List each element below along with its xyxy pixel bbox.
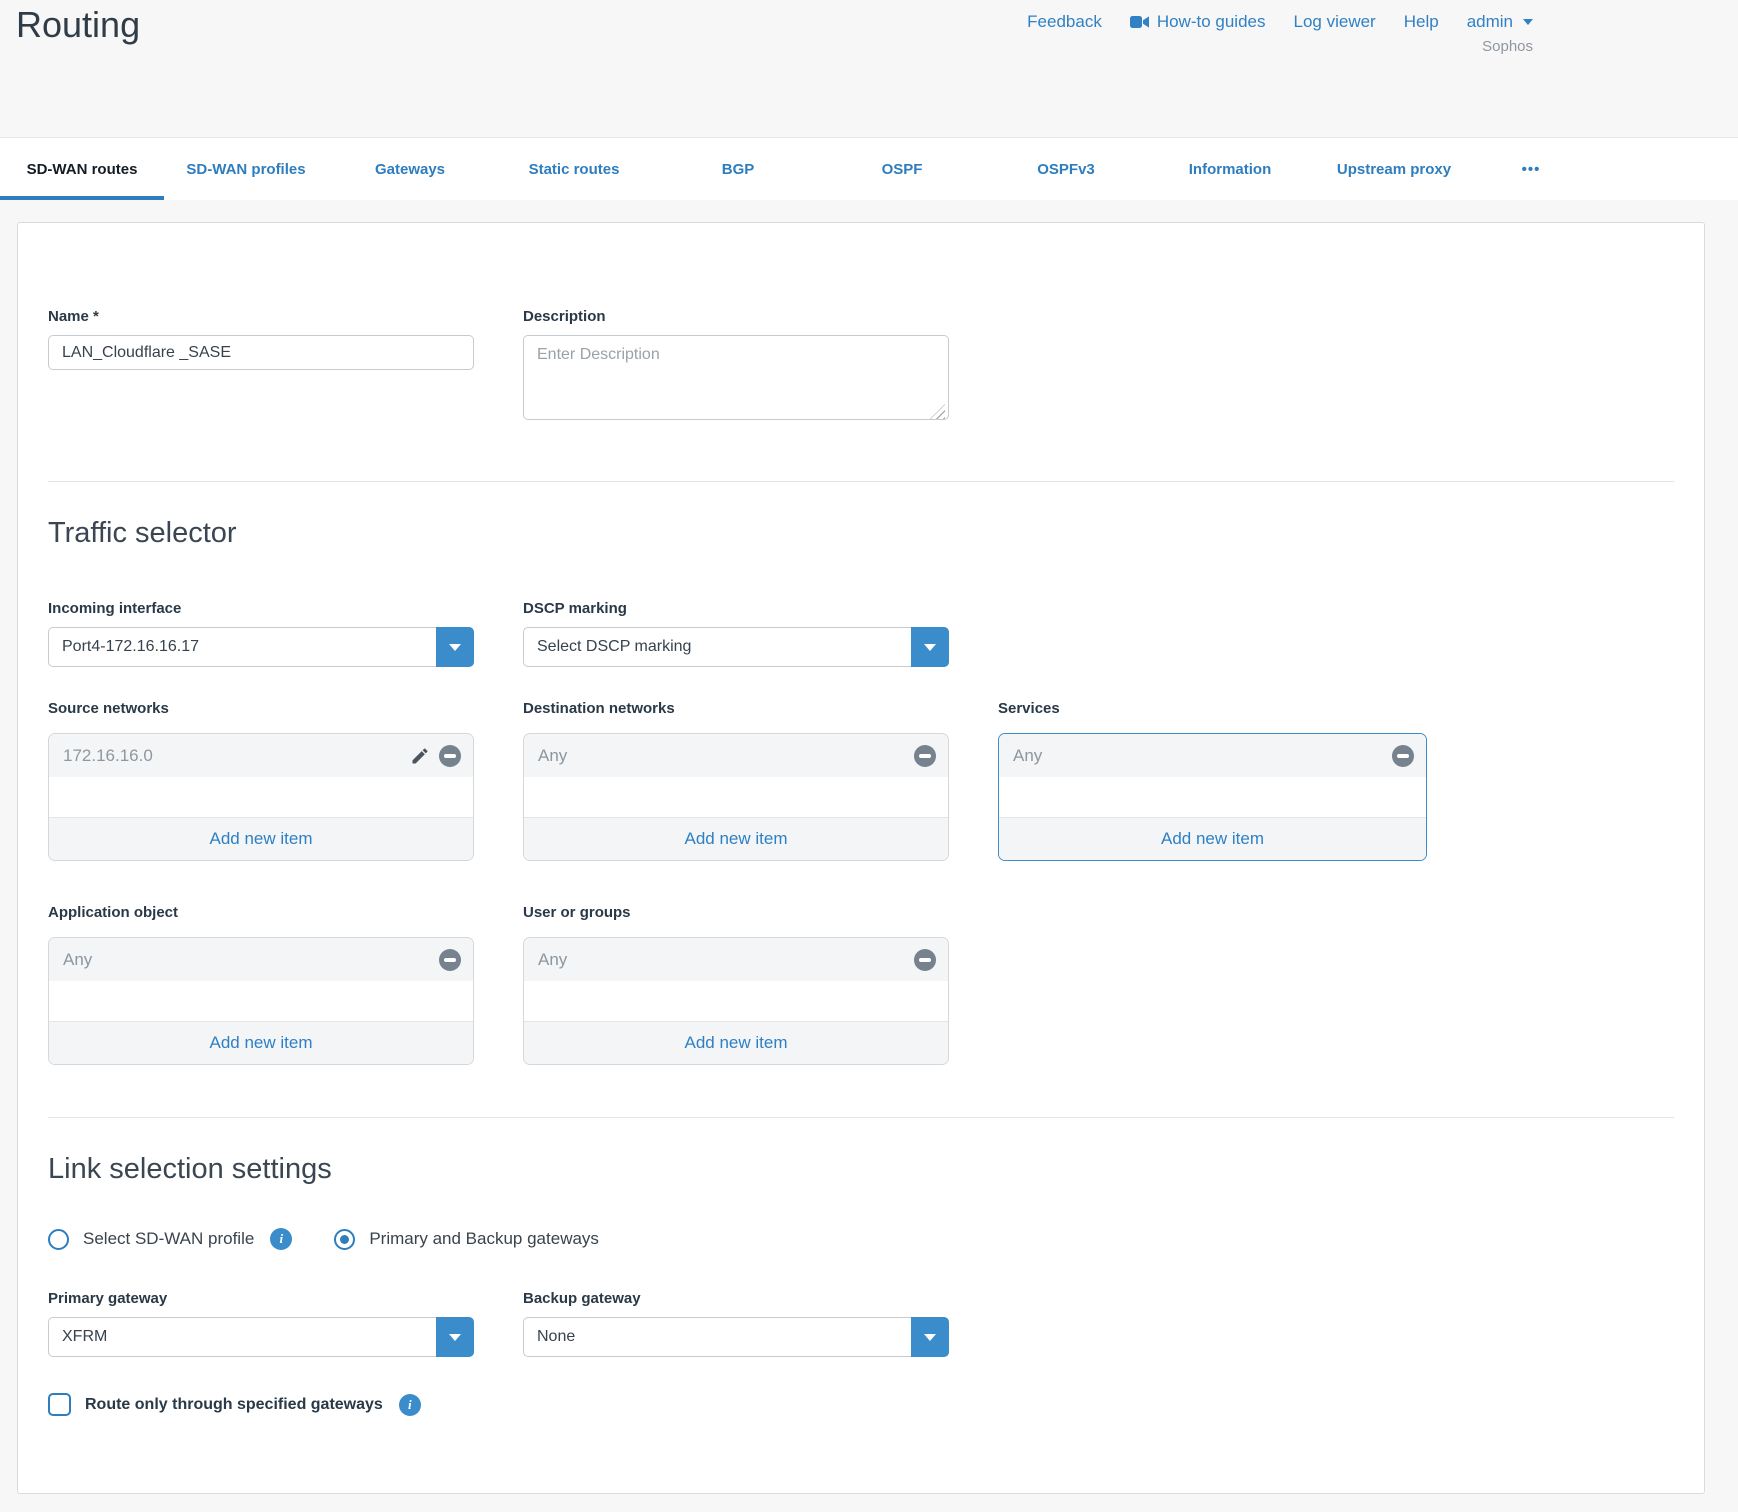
add-new-item-button[interactable]: Add new item [524, 817, 948, 860]
link-selection-options: Select SD-WAN profile i Primary and Back… [48, 1228, 1674, 1250]
remove-icon[interactable] [914, 745, 936, 767]
list-empty-area [999, 777, 1426, 817]
backup-gateway-select[interactable]: None [523, 1317, 949, 1357]
tab-gateways[interactable]: Gateways [328, 138, 492, 200]
incoming-interface-select[interactable]: Port4-172.16.16.17 [48, 627, 474, 667]
tab-information[interactable]: Information [1148, 138, 1312, 200]
chevron-down-icon [449, 644, 461, 651]
section-divider [48, 481, 1674, 482]
chevron-down-icon [1523, 19, 1533, 25]
user-or-groups-label: User or groups [523, 904, 949, 921]
tab-bar: SD-WAN routes SD-WAN profiles Gateways S… [0, 137, 1738, 200]
chevron-down-icon [924, 644, 936, 651]
radio-option-sdwan-profile[interactable]: Select SD-WAN profile i [48, 1228, 292, 1250]
help-link[interactable]: Help [1404, 12, 1439, 32]
list-item: Any [49, 938, 473, 981]
section-divider [48, 1117, 1674, 1118]
dropdown-button[interactable] [436, 627, 474, 667]
name-input[interactable] [48, 335, 474, 370]
page-title: Routing [16, 4, 140, 46]
tab-sdwan-routes[interactable]: SD-WAN routes [0, 138, 164, 200]
route-only-row: Route only through specified gateways i [48, 1393, 1674, 1416]
primary-gateway-select[interactable]: XFRM [48, 1317, 474, 1357]
radio-option-primary-backup[interactable]: Primary and Backup gateways [334, 1229, 599, 1250]
remove-icon[interactable] [1392, 745, 1414, 767]
header-links: Feedback How-to guides Log viewer Help a… [1027, 12, 1533, 55]
remove-icon[interactable] [439, 745, 461, 767]
edit-icon[interactable] [410, 746, 430, 766]
add-new-item-button[interactable]: Add new item [999, 817, 1426, 860]
dropdown-button[interactable] [911, 1317, 949, 1357]
destination-networks-box: Any Add new item [523, 733, 949, 861]
log-viewer-link[interactable]: Log viewer [1294, 12, 1376, 32]
link-selection-heading: Link selection settings [48, 1152, 1674, 1186]
remove-icon[interactable] [439, 949, 461, 971]
route-only-checkbox[interactable] [48, 1393, 71, 1416]
add-new-item-button[interactable]: Add new item [49, 817, 473, 860]
radio-button-selected[interactable] [334, 1229, 355, 1250]
list-empty-area [49, 777, 473, 817]
add-new-item-button[interactable]: Add new item [49, 1021, 473, 1064]
brand-label: Sophos [1027, 38, 1533, 55]
interface-dscp-row: Incoming interface Port4-172.16.16.17 DS… [48, 600, 1674, 667]
app-users-row: Application object Any Add new item User… [48, 904, 1674, 1065]
gateway-row: Primary gateway XFRM Backup gateway None [48, 1290, 1674, 1357]
tab-ospf[interactable]: OSPF [820, 138, 984, 200]
source-networks-box: 172.16.16.0 Add new item [48, 733, 474, 861]
tab-bgp[interactable]: BGP [656, 138, 820, 200]
general-section: Name * Description [48, 308, 1674, 425]
video-camera-icon [1130, 15, 1149, 29]
list-empty-area [524, 777, 948, 817]
content-panel: Name * Description Traffic selector Inco… [17, 222, 1705, 1494]
incoming-interface-label: Incoming interface [48, 600, 474, 617]
tab-upstream-proxy[interactable]: Upstream proxy [1312, 138, 1476, 200]
list-item: Any [524, 734, 948, 777]
source-networks-label: Source networks [48, 700, 474, 717]
dropdown-button[interactable] [436, 1317, 474, 1357]
list-empty-area [524, 981, 948, 1021]
name-label: Name * [48, 308, 474, 325]
page-header: Routing Feedback How-to guides Log viewe… [0, 0, 1738, 137]
info-icon[interactable]: i [399, 1394, 421, 1416]
admin-menu[interactable]: admin [1467, 12, 1533, 32]
networks-row: Source networks 172.16.16.0 Add new item… [48, 700, 1674, 861]
description-textarea[interactable] [523, 335, 949, 420]
feedback-link[interactable]: Feedback [1027, 12, 1102, 32]
dscp-marking-select[interactable]: Select DSCP marking [523, 627, 949, 667]
description-label: Description [523, 308, 949, 325]
application-object-box: Any Add new item [48, 937, 474, 1065]
list-item: Any [524, 938, 948, 981]
list-empty-area [49, 981, 473, 1021]
howto-guides-link[interactable]: How-to guides [1130, 12, 1266, 32]
services-label: Services [998, 700, 1427, 717]
tab-ospfv3[interactable]: OSPFv3 [984, 138, 1148, 200]
list-item: 172.16.16.0 [49, 734, 473, 777]
traffic-selector-heading: Traffic selector [48, 516, 1674, 550]
remove-icon[interactable] [914, 949, 936, 971]
list-item: Any [999, 734, 1426, 777]
chevron-down-icon [924, 1334, 936, 1341]
route-only-label: Route only through specified gateways [85, 1396, 383, 1414]
tab-more-menu[interactable]: ••• [1476, 138, 1586, 200]
dscp-marking-label: DSCP marking [523, 600, 949, 617]
services-box: Any Add new item [998, 733, 1427, 861]
dropdown-button[interactable] [911, 627, 949, 667]
radio-button[interactable] [48, 1229, 69, 1250]
user-or-groups-box: Any Add new item [523, 937, 949, 1065]
primary-gateway-label: Primary gateway [48, 1290, 474, 1307]
backup-gateway-label: Backup gateway [523, 1290, 949, 1307]
tab-sdwan-profiles[interactable]: SD-WAN profiles [164, 138, 328, 200]
application-object-label: Application object [48, 904, 474, 921]
tab-static-routes[interactable]: Static routes [492, 138, 656, 200]
info-icon[interactable]: i [270, 1228, 292, 1250]
add-new-item-button[interactable]: Add new item [524, 1021, 948, 1064]
chevron-down-icon [449, 1334, 461, 1341]
destination-networks-label: Destination networks [523, 700, 949, 717]
